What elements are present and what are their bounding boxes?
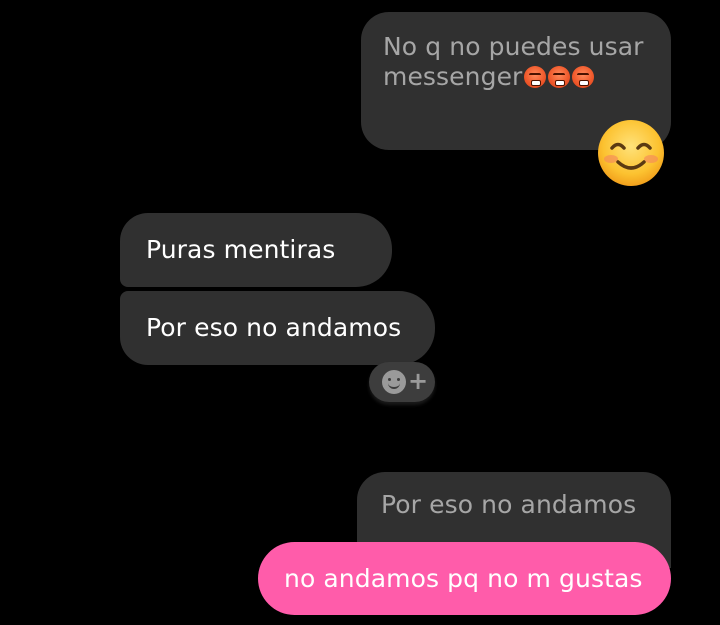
quoted-message-line-1: No q no puedes usar [383,32,644,61]
quoted-message-line-2: messenger [383,62,523,91]
quoted-message-text: Por eso no andamos [381,490,637,519]
incoming-message[interactable]: Puras mentiras tú [120,213,392,338]
sent-message[interactable]: no andamos pq no m gustas [258,542,671,615]
angry-face-icon [572,66,595,88]
plus-icon: + [408,367,429,395]
angry-face-icon [548,66,571,88]
incoming-message[interactable]: Por eso no andamos [120,291,435,365]
smiling-face-reaction-icon[interactable] [596,118,666,188]
add-reaction-button[interactable]: + [369,362,435,402]
message-text: no andamos pq no m gustas [284,564,643,593]
message-text: Por eso no andamos [146,313,402,342]
smiley-icon [382,370,406,394]
angry-face-icon [524,66,547,88]
